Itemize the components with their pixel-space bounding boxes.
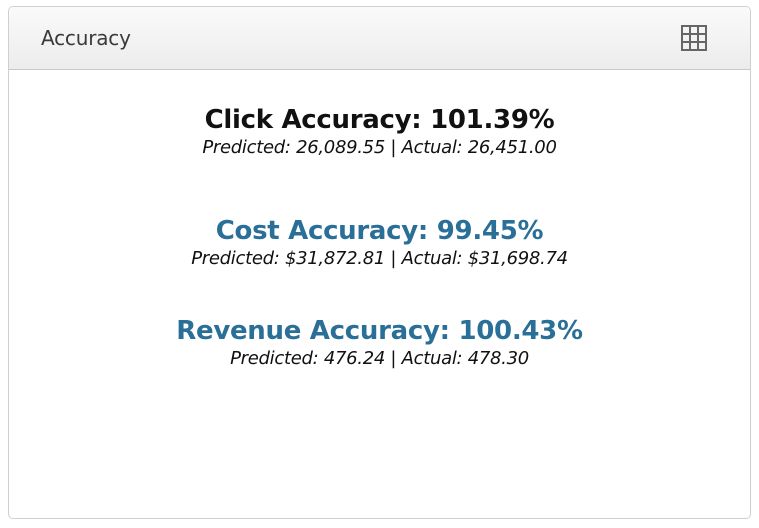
click-accuracy-detail: Predicted: 26,089.55 | Actual: 26,451.00 (9, 136, 750, 160)
accuracy-panel: Accuracy Click Accuracy: 101.39% Predict… (8, 6, 751, 519)
predicted-value: 26,089.55 (296, 137, 385, 158)
separator: | (390, 137, 397, 158)
revenue-accuracy-metric: Revenue Accuracy: 100.43% Predicted: 476… (9, 315, 750, 371)
actual-value: $31,698.74 (467, 248, 568, 269)
actual-value: 478.30 (467, 348, 529, 369)
panel-title: Accuracy (41, 26, 131, 50)
grid-icon[interactable] (681, 25, 707, 51)
actual-label: Actual: (401, 248, 463, 269)
cost-accuracy-metric: Cost Accuracy: 99.45% Predicted: $31,872… (9, 215, 750, 271)
cost-accuracy-title: Cost Accuracy: 99.45% (215, 216, 544, 246)
predicted-label: Predicted: (202, 137, 291, 158)
predicted-value: $31,872.81 (284, 248, 385, 269)
revenue-accuracy-detail: Predicted: 476.24 | Actual: 478.30 (9, 347, 750, 371)
panel-body: Click Accuracy: 101.39% Predicted: 26,08… (9, 70, 750, 518)
click-accuracy-title: Click Accuracy: 101.39% (204, 105, 555, 135)
actual-label: Actual: (401, 137, 463, 158)
revenue-accuracy-title: Revenue Accuracy: 100.43% (176, 316, 583, 346)
predicted-label: Predicted: (230, 348, 319, 369)
panel-header: Accuracy (9, 7, 750, 70)
click-accuracy-metric: Click Accuracy: 101.39% Predicted: 26,08… (9, 104, 750, 160)
cost-accuracy-detail: Predicted: $31,872.81 | Actual: $31,698.… (9, 247, 750, 271)
predicted-value: 476.24 (323, 348, 385, 369)
predicted-label: Predicted: (191, 248, 280, 269)
separator: | (390, 248, 397, 269)
separator: | (390, 348, 397, 369)
actual-value: 26,451.00 (467, 137, 557, 158)
actual-label: Actual: (401, 348, 463, 369)
